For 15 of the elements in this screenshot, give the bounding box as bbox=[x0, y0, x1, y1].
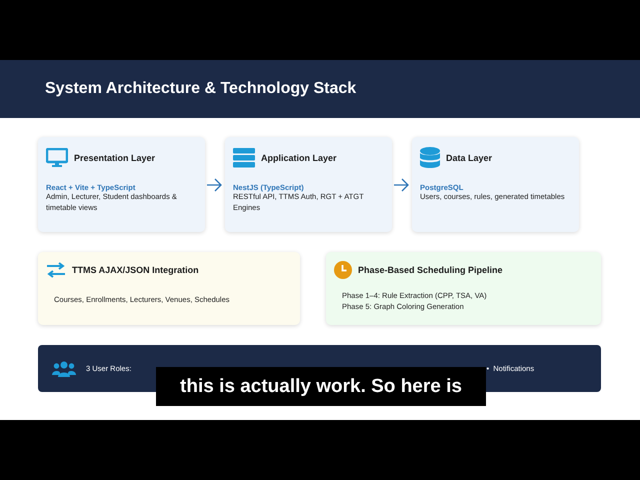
server-icon bbox=[233, 148, 255, 168]
clock-icon bbox=[334, 261, 352, 279]
card-title: Application Layer bbox=[261, 153, 337, 163]
card-title: Phase-Based Scheduling Pipeline bbox=[358, 265, 503, 275]
card-title: TTMS AJAX/JSON Integration bbox=[72, 265, 199, 275]
swap-arrows-icon bbox=[46, 262, 66, 278]
video-subtitle: this is actually work. So here is bbox=[156, 367, 486, 406]
database-icon bbox=[420, 147, 440, 169]
arrow-icon bbox=[207, 178, 223, 192]
users-icon bbox=[52, 360, 76, 376]
monitor-icon bbox=[46, 148, 68, 168]
slide-title: System Architecture & Technology Stack bbox=[45, 80, 356, 98]
card-title: Presentation Layer bbox=[74, 153, 156, 163]
card-title: Data Layer bbox=[446, 153, 492, 163]
arrow-icon bbox=[394, 178, 410, 192]
